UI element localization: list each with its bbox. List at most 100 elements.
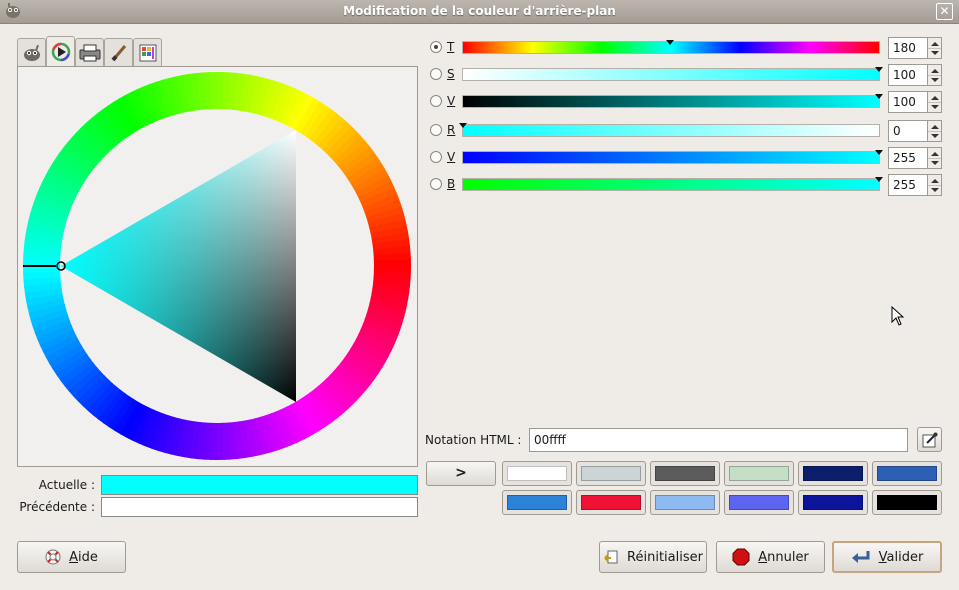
close-button[interactable]: ✕ — [936, 3, 953, 20]
window-title: Modification de la couleur d'arrière-pla… — [343, 4, 616, 18]
radio-blue[interactable] — [430, 178, 442, 190]
value-slider-marker[interactable] — [875, 94, 883, 99]
reset-button[interactable]: Réinitialiser — [599, 541, 707, 573]
color-triangle-icon — [51, 42, 70, 61]
slider-label-blue: B — [447, 177, 456, 191]
history-color-swatch[interactable] — [724, 490, 794, 515]
title-bar: Modification de la couleur d'arrière-pla… — [0, 0, 959, 24]
html-notation-input[interactable]: 00ffff — [529, 428, 908, 452]
slider-label-red: R — [447, 123, 456, 137]
decrement-arrow-icon[interactable] — [931, 161, 939, 165]
red-spinbox[interactable]: 0 — [888, 120, 942, 142]
hue-slider-marker[interactable] — [666, 40, 674, 45]
radio-red[interactable] — [430, 124, 442, 136]
help-lifebuoy-icon — [45, 549, 61, 565]
radio-saturation[interactable] — [430, 68, 442, 80]
tab-watercolor[interactable] — [104, 38, 133, 66]
red-slider-marker[interactable] — [459, 123, 467, 128]
tab-cmyk[interactable] — [75, 38, 104, 66]
previous-color-swatch[interactable] — [101, 497, 418, 517]
radio-green[interactable] — [430, 151, 442, 163]
value-value-field[interactable]: 100 — [888, 91, 928, 113]
enter-arrow-icon — [851, 551, 870, 563]
saturation-value-field[interactable]: 100 — [888, 64, 928, 86]
current-color-swatch — [101, 475, 418, 495]
decrement-arrow-icon[interactable] — [931, 51, 939, 55]
saturation-spinbox[interactable]: 100 — [888, 64, 942, 86]
history-color-swatch[interactable] — [502, 461, 572, 486]
add-to-history-button[interactable]: > — [426, 461, 496, 486]
cancel-button[interactable]: Annuler — [716, 541, 825, 573]
history-color-swatch[interactable] — [872, 490, 942, 515]
slider-row-saturation: S 100 — [428, 64, 942, 86]
tab-scales[interactable] — [133, 38, 162, 66]
decrement-arrow-icon[interactable] — [931, 134, 939, 138]
mouse-pointer-icon — [891, 306, 905, 326]
blue-slider-marker[interactable] — [875, 177, 883, 182]
ok-button[interactable]: Valider — [832, 541, 942, 573]
radio-value[interactable] — [430, 95, 442, 107]
slider-row-blue: B 255 — [428, 174, 942, 196]
green-value-field[interactable]: 255 — [888, 147, 928, 169]
history-color-swatch[interactable] — [724, 461, 794, 486]
saturation-slider-marker[interactable] — [875, 67, 883, 72]
current-color-label: Actuelle : — [38, 478, 95, 492]
blue-slider[interactable] — [462, 178, 880, 191]
value-spinbox[interactable]: 100 — [888, 91, 942, 113]
decrement-arrow-icon[interactable] — [931, 188, 939, 192]
cmyk-printer-icon — [79, 44, 100, 61]
slider-label-saturation: S — [447, 67, 455, 81]
ok-button-label: Valider — [878, 549, 924, 565]
color-wheel[interactable] — [18, 67, 417, 466]
history-color-swatch[interactable] — [576, 490, 646, 515]
slider-label-value: V — [447, 94, 456, 108]
slider-label-green: V — [447, 150, 456, 164]
decrement-arrow-icon[interactable] — [931, 78, 939, 82]
tab-gimp[interactable] — [17, 38, 46, 66]
history-color-swatch[interactable] — [798, 461, 868, 486]
slider-row-green: V 255 — [428, 147, 942, 169]
red-value-field[interactable]: 0 — [888, 120, 928, 142]
increment-arrow-icon[interactable] — [931, 152, 939, 156]
gimp-wilber-icon — [23, 44, 40, 61]
green-spinbox[interactable]: 255 — [888, 147, 942, 169]
stop-icon — [732, 548, 750, 566]
slider-row-red: R 0 — [428, 120, 942, 142]
color-wheel-panel[interactable] — [17, 66, 418, 467]
saturation-slider[interactable] — [462, 68, 880, 81]
reset-button-label: Réinitialiser — [627, 549, 703, 565]
watercolor-brush-icon — [110, 44, 126, 61]
slider-label-hue: T — [447, 40, 455, 54]
palette-scales-icon — [139, 44, 156, 61]
green-slider[interactable] — [462, 151, 880, 164]
increment-arrow-icon[interactable] — [931, 125, 939, 129]
history-color-swatch[interactable] — [502, 490, 572, 515]
cancel-button-label: Annuler — [758, 549, 809, 565]
hue-spinbox[interactable]: 180 — [888, 37, 942, 59]
radio-hue[interactable] — [430, 41, 442, 53]
increment-arrow-icon[interactable] — [931, 96, 939, 100]
red-slider[interactable] — [462, 124, 880, 137]
value-slider[interactable] — [462, 95, 880, 108]
tab-triangle[interactable] — [46, 36, 75, 66]
sv-triangle-hue — [61, 130, 296, 402]
previous-color-label: Précédente : — [19, 500, 95, 514]
decrement-arrow-icon[interactable] — [931, 105, 939, 109]
increment-arrow-icon[interactable] — [931, 69, 939, 73]
blue-value-field[interactable]: 255 — [888, 174, 928, 196]
html-notation-label: Notation HTML : — [425, 433, 522, 447]
green-slider-marker[interactable] — [875, 150, 883, 155]
help-button[interactable]: Aide — [17, 541, 126, 573]
eyedropper-icon — [922, 432, 937, 447]
history-color-swatch[interactable] — [798, 490, 868, 515]
hue-value-field[interactable]: 180 — [888, 37, 928, 59]
history-color-swatch[interactable] — [576, 461, 646, 486]
blue-spinbox[interactable]: 255 — [888, 174, 942, 196]
help-button-label: Aide — [69, 549, 98, 565]
increment-arrow-icon[interactable] — [931, 179, 939, 183]
history-color-swatch[interactable] — [650, 461, 720, 486]
history-color-swatch[interactable] — [872, 461, 942, 486]
color-picker-button[interactable] — [917, 427, 942, 452]
history-color-swatch[interactable] — [650, 490, 720, 515]
increment-arrow-icon[interactable] — [931, 42, 939, 46]
